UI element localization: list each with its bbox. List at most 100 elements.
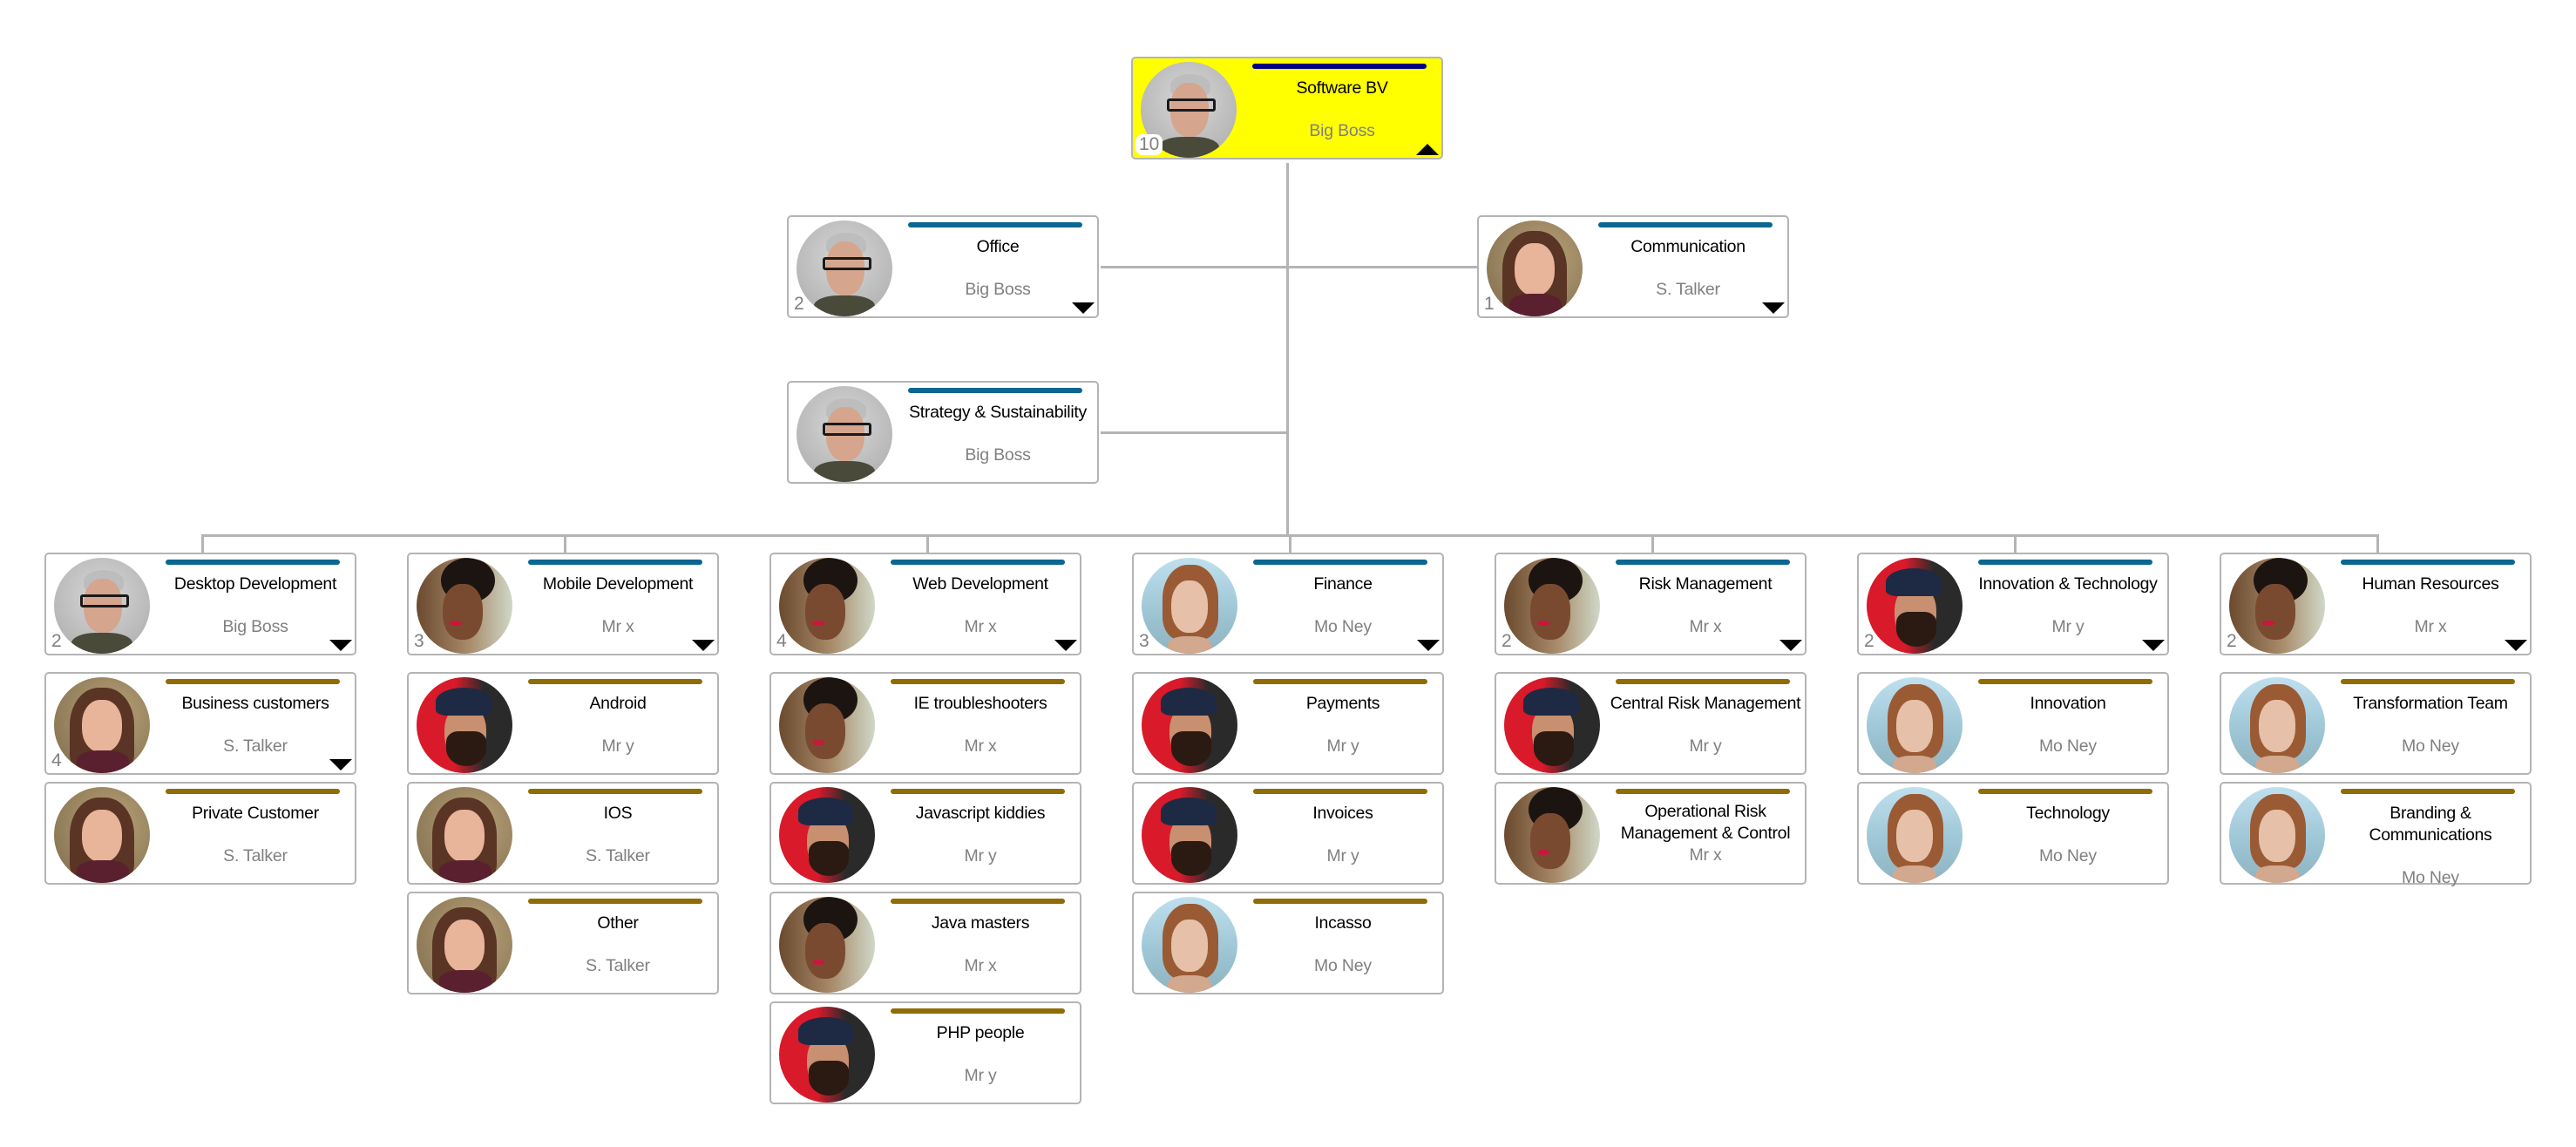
child-count-badge: 2 <box>1502 631 1512 651</box>
org-node-team[interactable]: Private Customer S. Talker <box>44 782 356 885</box>
avatar-mr-y <box>417 677 512 773</box>
org-node-team[interactable]: PHP people Mr y <box>769 1001 1081 1104</box>
node-title: Business customers <box>181 694 329 713</box>
org-node-team[interactable]: Operational Risk Management & Control Mr … <box>1495 782 1807 885</box>
node-accent-bar <box>1253 560 1427 565</box>
node-text: Javascript kiddies Mr y <box>881 797 1080 881</box>
expand-triangle-icon[interactable] <box>329 759 352 770</box>
node-subtitle: S. Talker <box>586 846 650 865</box>
node-accent-bar <box>528 789 702 794</box>
avatar-big-boss <box>797 386 892 482</box>
node-accent-bar <box>2341 789 2515 794</box>
expand-triangle-icon[interactable] <box>2142 640 2165 651</box>
org-node-team[interactable]: Java masters Mr x <box>769 892 1081 994</box>
child-count-badge: 2 <box>51 631 62 651</box>
org-node-office[interactable]: Office Big Boss 2 <box>787 215 1099 318</box>
connector-communication <box>1286 266 1477 268</box>
collapse-triangle-icon[interactable] <box>1416 144 1439 155</box>
avatar-mr-y <box>1867 558 1963 654</box>
node-subtitle: S. Talker <box>586 956 650 975</box>
org-node-team[interactable]: Transformation Team Mo Ney <box>2220 672 2532 775</box>
org-node-root[interactable]: Software BV Big Boss 10 <box>1131 57 1443 159</box>
node-text: Mobile Development Mr x <box>519 568 717 652</box>
node-text: Human Resources Mr x <box>2331 568 2530 652</box>
node-accent-bar <box>2341 560 2515 565</box>
node-accent-bar <box>891 899 1065 904</box>
org-node-team[interactable]: Payments Mr y <box>1132 672 1444 775</box>
expand-triangle-icon[interactable] <box>329 640 352 651</box>
avatar-mr-x <box>779 677 875 773</box>
node-text: Software BV Big Boss <box>1243 72 1441 156</box>
connector-office <box>1101 266 1286 268</box>
expand-triangle-icon[interactable] <box>1417 640 1440 651</box>
node-text: Private Customer S. Talker <box>156 797 355 881</box>
avatar-mo-ney <box>2229 677 2325 773</box>
org-node-department[interactable]: Mobile Development Mr x 3 <box>407 553 719 655</box>
node-title: Invoices <box>1312 804 1373 823</box>
expand-triangle-icon[interactable] <box>2505 640 2527 651</box>
node-subtitle: Mr y <box>1689 736 1722 756</box>
node-title: Branding & Communications <box>2369 804 2492 845</box>
org-node-team[interactable]: Technology Mo Ney <box>1857 782 2169 885</box>
node-text: IE troubleshooters Mr x <box>881 688 1080 771</box>
node-accent-bar <box>1978 789 2152 794</box>
org-node-team[interactable]: IE troubleshooters Mr x <box>769 672 1081 775</box>
org-node-team[interactable]: Business customers S. Talker 4 <box>44 672 356 775</box>
expand-triangle-icon[interactable] <box>1054 640 1077 651</box>
expand-triangle-icon[interactable] <box>692 640 715 651</box>
avatar-mr-y <box>1142 677 1237 773</box>
org-node-department[interactable]: Finance Mo Ney 3 <box>1132 553 1444 655</box>
expand-triangle-icon[interactable] <box>1762 302 1785 314</box>
org-node-team[interactable]: Other S. Talker <box>407 892 719 994</box>
org-node-department[interactable]: Human Resources Mr x 2 <box>2220 553 2532 655</box>
org-node-communication[interactable]: Communication S. Talker 1 <box>1477 215 1789 318</box>
node-text: Invoices Mr y <box>1244 797 1442 881</box>
node-accent-bar <box>166 679 340 684</box>
node-title: Operational Risk Management & Control <box>1620 802 1791 843</box>
node-text: Desktop Development Big Boss <box>156 568 355 652</box>
org-node-department[interactable]: Risk Management Mr x 2 <box>1495 553 1807 655</box>
node-title: Desktop Development <box>173 574 337 594</box>
expand-triangle-icon[interactable] <box>1779 640 1802 651</box>
node-title: Incasso <box>1314 913 1372 933</box>
node-accent-bar <box>1616 679 1790 684</box>
org-node-team[interactable]: Central Risk Management Mr y <box>1495 672 1807 775</box>
org-node-team[interactable]: Branding & Communications Mo Ney <box>2220 782 2532 887</box>
node-subtitle: Big Boss <box>1309 121 1375 140</box>
org-node-team[interactable]: Incasso Mo Ney <box>1132 892 1444 994</box>
node-title: Innovation <box>2030 694 2106 713</box>
expand-triangle-icon[interactable] <box>1072 302 1095 314</box>
node-title: PHP people <box>936 1023 1025 1042</box>
node-accent-bar <box>1253 679 1427 684</box>
node-title: Other <box>597 913 639 933</box>
org-node-team[interactable]: Android Mr y <box>407 672 719 775</box>
org-node-strategy[interactable]: Strategy & Sustainability Big Boss <box>787 381 1099 484</box>
connector-strategy <box>1101 431 1286 434</box>
node-title: Transformation Team <box>2353 694 2508 713</box>
avatar-mo-ney <box>2229 787 2325 883</box>
node-text: Central Risk Management Mr y <box>1606 688 1805 771</box>
org-node-department[interactable]: Web Development Mr x 4 <box>769 553 1081 655</box>
node-subtitle: Mr x <box>964 617 997 636</box>
node-subtitle: Mo Ney <box>1314 956 1372 975</box>
node-title: Communication <box>1630 237 1746 256</box>
node-subtitle: Mr y <box>964 846 997 865</box>
org-node-team[interactable]: Innovation Mo Ney <box>1857 672 2169 775</box>
node-text: Other S. Talker <box>519 907 717 991</box>
node-title: Central Risk Management <box>1610 694 1801 713</box>
avatar-mo-ney <box>1867 677 1963 773</box>
org-node-team[interactable]: Javascript kiddies Mr y <box>769 782 1081 885</box>
org-node-team[interactable]: IOS S. Talker <box>407 782 719 885</box>
org-chart: Software BV Big Boss 10 Office Big Boss 2 Co… <box>0 0 2576 1147</box>
org-node-department[interactable]: Innovation & Technology Mr y 2 <box>1857 553 2169 655</box>
org-node-department[interactable]: Desktop Development Big Boss 2 <box>44 553 356 655</box>
node-accent-bar <box>891 1008 1065 1014</box>
avatar-mr-x <box>1504 558 1600 654</box>
node-subtitle: Mr y <box>1326 846 1359 865</box>
child-count-badge: 2 <box>2227 631 2237 651</box>
node-title: Android <box>589 694 647 713</box>
node-accent-bar <box>166 560 340 565</box>
node-subtitle: Big Boss <box>965 445 1031 465</box>
avatar-mr-x <box>779 897 875 993</box>
org-node-team[interactable]: Invoices Mr y <box>1132 782 1444 885</box>
